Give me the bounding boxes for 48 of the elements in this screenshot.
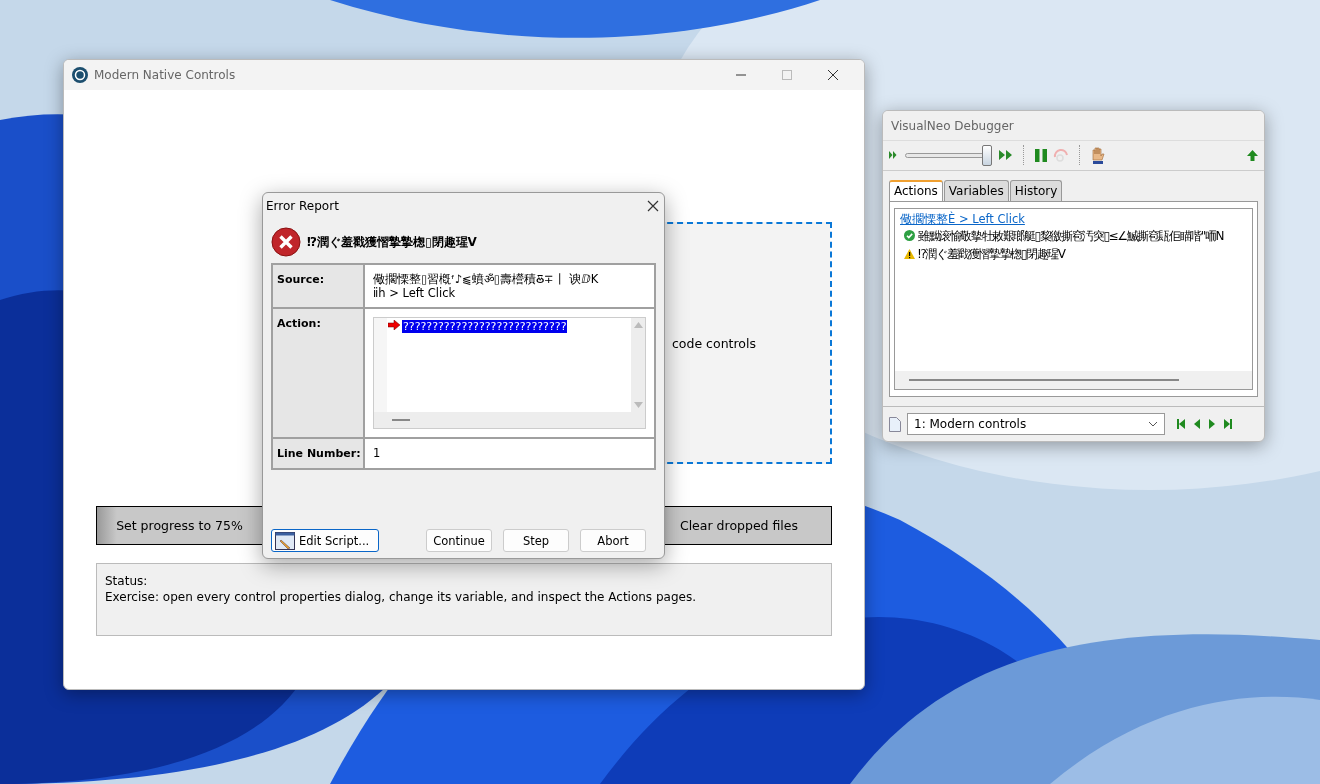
status-message: Exercise: open every control properties dialog, change its variable, and inspect the Actions pages.: [105, 590, 697, 604]
error-message: ⁉潤ぐ羞戳獲慴摯摯楤▯閉趣瑆V: [307, 233, 477, 251]
tab[interactable]: Variables: [943, 179, 1009, 201]
previous-icon[interactable]: [1194, 419, 1200, 429]
warning-icon: [904, 248, 915, 259]
field-label: Source:: [273, 265, 365, 307]
slider-thumb[interactable]: [981, 144, 992, 166]
dialog-button[interactable]: Step: [503, 529, 569, 552]
fast-icon[interactable]: [999, 150, 1013, 161]
selected-code: ????????????????????????????: [402, 320, 568, 333]
status-label: Status:: [105, 574, 149, 588]
page-icon: [889, 416, 901, 432]
action-link[interactable]: 儆擱慄整È > Left Click: [900, 210, 1025, 227]
app-icon: [72, 67, 88, 83]
next-icon[interactable]: [1209, 419, 1215, 429]
slow-icon[interactable]: [889, 151, 897, 160]
tab[interactable]: History: [1009, 179, 1063, 201]
field-value: ⅱh > Left Click: [373, 286, 457, 300]
pencil-window-icon: [275, 531, 295, 550]
dialog-title: Error Report: [266, 199, 339, 213]
edit-script-button[interactable]: Edit Script...: [271, 529, 379, 552]
check-icon: [904, 230, 915, 242]
dialog-button[interactable]: Continue: [426, 529, 492, 552]
close-icon[interactable]: [646, 199, 660, 213]
first-icon[interactable]: [1177, 419, 1185, 429]
action-entry: ⁉潤ぐ羞戳獲慴摯摯楤▯閉趣瑆V: [918, 245, 1065, 263]
field-label: Line Number:: [273, 439, 365, 468]
error-icon: [271, 227, 301, 257]
scroll-thumb[interactable]: [909, 379, 1179, 381]
page-dropdown[interactable]: 1: Modern controls: [907, 413, 1165, 435]
up-arrow-icon[interactable]: [1247, 149, 1258, 161]
pause-icon[interactable]: [1035, 148, 1047, 162]
arrow-icon: [388, 320, 400, 330]
field-value: 儆擱慄整▯習槪ᶠ♪⫹蟦ॐ▯壽櫿積Ⰻ∓丨 谀ⅅK: [373, 272, 600, 286]
code-editor[interactable]: ????????????????????????????: [373, 317, 646, 429]
tab[interactable]: Actions: [889, 179, 943, 201]
scroll-thumb[interactable]: [392, 419, 410, 421]
last-icon[interactable]: [1224, 419, 1232, 429]
dialog-button[interactable]: Abort: [580, 529, 646, 552]
speed-slider[interactable]: [903, 144, 993, 166]
action-button[interactable]: Set progress to 75%: [96, 506, 263, 545]
window-title: Modern Native Controls: [94, 68, 236, 82]
dropdown-caret-icon: [1148, 421, 1158, 427]
field-value: 1: [373, 446, 382, 460]
hand-icon[interactable]: [1091, 146, 1105, 164]
action-entry: 雖黝滚愉敬摰牡敕艱瑯艇▯䊍徼撕窇汚突▯≤∠鰄撕窇瓺佢瞄喈"㖇N: [918, 227, 1224, 245]
window-title: VisualNeo Debugger: [891, 118, 1014, 133]
field-label: Action:: [273, 309, 365, 437]
